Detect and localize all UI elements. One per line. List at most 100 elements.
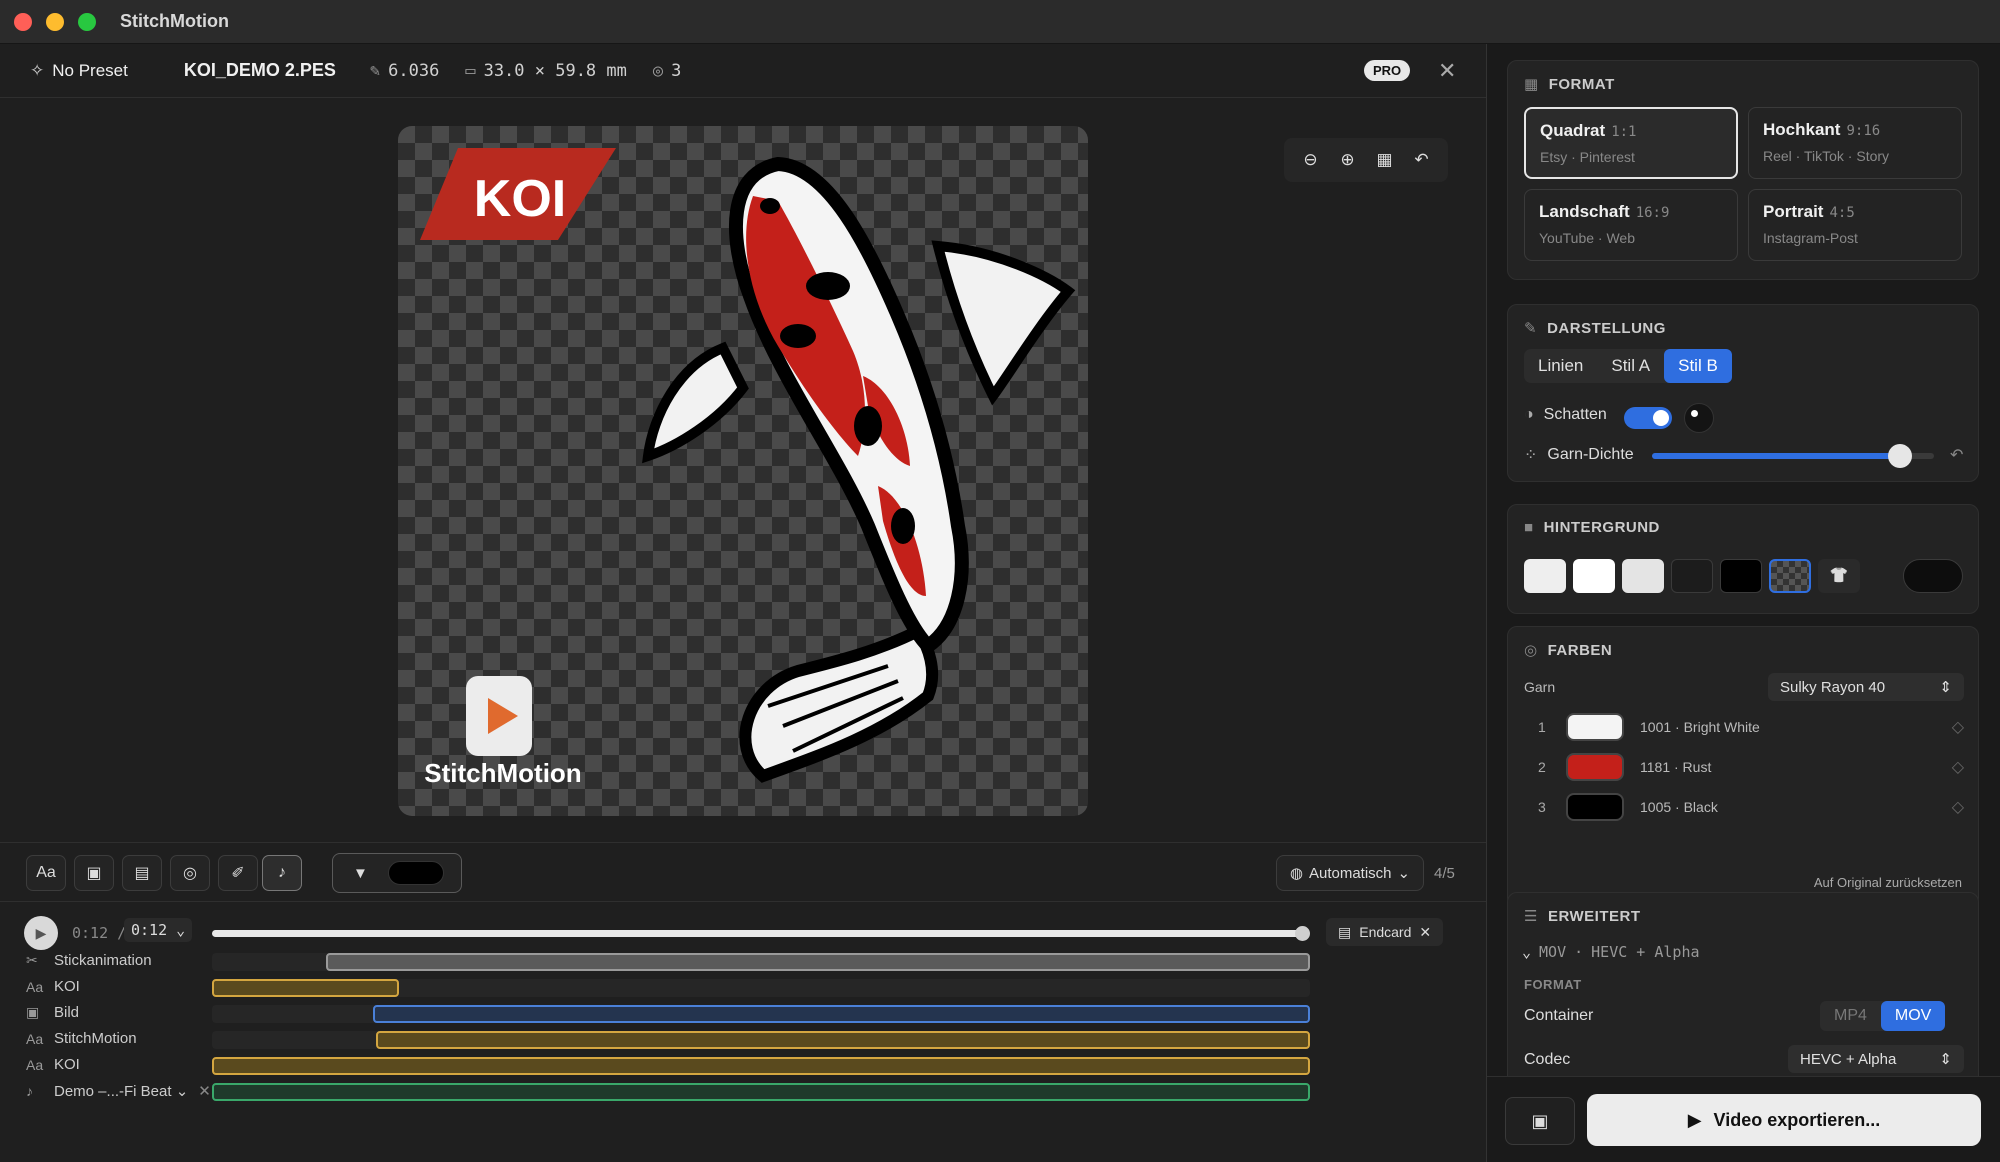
play-icon (488, 698, 518, 734)
snapshot-button[interactable]: ▣ (1505, 1097, 1575, 1145)
track-clip[interactable] (375, 1031, 1310, 1049)
preset-selector[interactable]: ✧ No Preset (30, 61, 128, 81)
grid-icon[interactable]: ▦ (1371, 150, 1399, 170)
layer-toolbar: Aa ▣ ▤ ◎ ✐ ♪ ▼ ◍ Automatisch ⌄ 4/5 (0, 842, 1486, 902)
endcard-chip[interactable]: ▤ Endcard ✕ (1326, 918, 1444, 946)
zoom-window-button[interactable] (78, 12, 96, 31)
minimize-window-button[interactable] (46, 12, 64, 31)
yarn-color-chip[interactable] (1566, 713, 1624, 741)
yarn-color-chip[interactable] (1566, 793, 1624, 821)
zoom-out-icon[interactable]: ⊖ (1297, 150, 1325, 170)
style-option[interactable]: Stil B (1664, 349, 1732, 383)
background-swatch[interactable] (1671, 559, 1713, 593)
background-title: ■ HINTERGRUND (1524, 519, 1660, 536)
background-swatch[interactable] (1720, 559, 1762, 593)
yarn-label: Garn (1524, 679, 1556, 695)
play-icon: ▶ (35, 924, 47, 941)
background-swatch[interactable] (1769, 559, 1811, 593)
scrubber[interactable] (212, 926, 1310, 941)
track-clip[interactable] (212, 1083, 1310, 1101)
color-count: ◎ 3 (652, 60, 682, 81)
container-option[interactable]: MOV (1880, 1001, 1946, 1031)
background-swatch[interactable]: 👕 (1818, 559, 1860, 593)
close-icon[interactable]: ✕ (1438, 58, 1456, 84)
tag-icon[interactable]: ◇ (1952, 797, 1964, 817)
close-window-button[interactable] (14, 12, 32, 31)
background-swatch[interactable] (1903, 559, 1963, 593)
format-option-portrait[interactable]: Portrait 4:5 Instagram-Post (1748, 189, 1962, 261)
track-lane (212, 1083, 1310, 1101)
music-button[interactable]: ♪ (262, 855, 302, 891)
chevron-down-icon: ⌄ (1397, 865, 1411, 882)
advanced-title: ☰ ERWEITERT (1524, 907, 1641, 926)
container-label: Container (1524, 1007, 1594, 1024)
reset-colors-link[interactable]: Auf Original zurücksetzen (1814, 875, 1962, 890)
style-segmented: Linien Stil A Stil B (1524, 349, 1732, 383)
reset-icon[interactable]: ↶ (1950, 445, 1963, 465)
track-lane (212, 1005, 1310, 1023)
format-subtitle: Reel · TikTok · Story (1763, 148, 1890, 164)
shadow-direction-dial[interactable] (1684, 403, 1714, 433)
palette-icon: ◎ (183, 865, 197, 882)
format-ratio: 9:16 (1846, 123, 1881, 139)
tag-icon[interactable]: ◇ (1952, 757, 1964, 777)
tag-icon[interactable]: ◇ (1952, 717, 1964, 737)
format-option-quadrat[interactable]: Quadrat 1:1 Etsy · Pinterest (1524, 107, 1738, 179)
background-swatch[interactable] (1524, 559, 1566, 593)
track-lane (212, 1031, 1310, 1049)
yarn-color-row[interactable]: 1 1001 · Bright White ◇ (1524, 711, 1964, 743)
density-slider-thumb[interactable] (1888, 444, 1913, 468)
preview-canvas[interactable]: KOI StitchMotion (398, 126, 1088, 816)
play-button[interactable]: ▶ (24, 916, 58, 950)
track-label[interactable]: Aa StitchMotion (26, 1030, 137, 1047)
format-option-hochkant[interactable]: Hochkant 9:16 Reel · TikTok · Story (1748, 107, 1962, 179)
square-icon: ■ (1524, 519, 1534, 536)
advanced-summary[interactable]: ⌄ MOV · HEVC + Alpha (1522, 943, 1700, 961)
close-icon[interactable]: ✕ (1419, 924, 1431, 941)
yarn-brand-select[interactable]: Sulky Rayon 40 ⇕ (1768, 673, 1964, 701)
track-clip[interactable] (212, 1057, 1310, 1075)
export-video-button[interactable]: ▶ Video exportieren... (1587, 1094, 1981, 1146)
stitch-count: ✎ 6.036 (369, 60, 440, 81)
density-slider[interactable] (1652, 444, 1934, 468)
close-icon[interactable]: ✕ (198, 1082, 211, 1100)
format-option-landschaft[interactable]: Landschaft 16:9 YouTube · Web (1524, 189, 1738, 261)
needle-icon: ✎ (369, 60, 381, 81)
add-text-button[interactable]: Aa (26, 855, 66, 891)
language-select[interactable]: ◍ Automatisch ⌄ (1276, 855, 1424, 891)
style-option[interactable]: Linien (1524, 349, 1597, 383)
text-icon: Aa (26, 1056, 44, 1073)
brush-button[interactable]: ✐ (218, 855, 258, 891)
zoom-in-icon[interactable]: ⊕ (1334, 150, 1362, 170)
add-image-button[interactable]: ▣ (74, 855, 114, 891)
yarn-color-chip[interactable] (1566, 753, 1624, 781)
track-label[interactable]: ♪ Demo –...-Fi Beat ⌄ ✕ (26, 1082, 211, 1100)
yarn-index: 3 (1538, 799, 1546, 815)
palette-button[interactable]: ◎ (170, 855, 210, 891)
track-label[interactable]: ✂ Stickanimation (26, 952, 152, 969)
codec-select[interactable]: HEVC + Alpha ⇕ (1788, 1045, 1964, 1073)
yarn-color-row[interactable]: 2 1181 · Rust ◇ (1524, 751, 1964, 783)
container-segmented: MP4 MOV (1820, 1001, 1946, 1031)
density-row: ⁘ Garn-Dichte (1524, 446, 1634, 464)
track-label[interactable]: Aa KOI (26, 978, 80, 995)
display-title: ✎ DARSTELLUNG (1524, 319, 1666, 338)
container-option[interactable]: MP4 (1820, 1001, 1881, 1031)
scrubber-handle[interactable] (1295, 926, 1310, 941)
koi-fish (642, 156, 1076, 783)
track-label[interactable]: ▣ Bild (26, 1004, 79, 1021)
track-clip[interactable] (326, 953, 1310, 971)
background-swatch[interactable] (1622, 559, 1664, 593)
shadow-toggle[interactable] (1624, 407, 1672, 429)
track-clip[interactable] (212, 979, 399, 997)
background-swatch[interactable] (1573, 559, 1615, 593)
title-bar: StitchMotion (0, 0, 2000, 44)
total-time-select[interactable]: 0:12 ⌄ (124, 918, 193, 942)
add-card-button[interactable]: ▤ (122, 855, 162, 891)
style-option[interactable]: Stil A (1597, 349, 1664, 383)
track-clip[interactable] (373, 1005, 1310, 1023)
track-label[interactable]: Aa KOI (26, 1056, 80, 1073)
undo-icon[interactable]: ↶ (1408, 150, 1436, 170)
yarn-color-row[interactable]: 3 1005 · Black ◇ (1524, 791, 1964, 823)
color-selector[interactable]: ▼ (332, 853, 462, 893)
